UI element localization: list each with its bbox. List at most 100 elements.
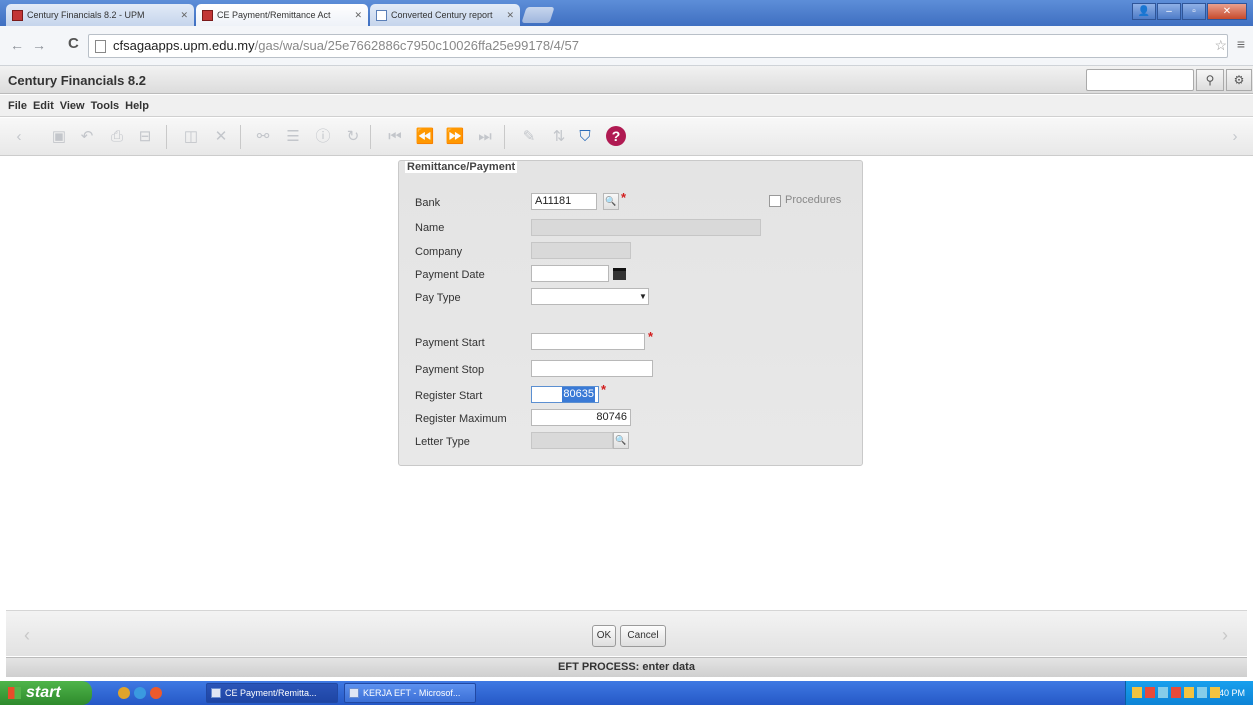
pay-type-label: Pay Type [415, 292, 461, 304]
filter-icon[interactable]: ⛉ [574, 127, 596, 147]
register-start-label: Register Start [415, 390, 483, 402]
next-record-icon[interactable]: ⏩ [444, 127, 466, 147]
start-label: start [26, 684, 61, 701]
menu-help[interactable]: Help [125, 100, 149, 112]
tab-label: Century Financials 8.2 - UPM [27, 10, 145, 20]
print-icon[interactable]: ⎙ [106, 127, 128, 147]
quicklaunch-icon[interactable] [118, 687, 130, 699]
edit-icon[interactable]: ✎ [518, 127, 540, 147]
register-start-field[interactable]: 80635 [531, 386, 599, 403]
bottom-action-bar: ‹ OK Cancel › [6, 610, 1247, 656]
close-tab-icon[interactable]: ✕ [502, 10, 514, 21]
bank-label: Bank [415, 197, 441, 209]
info-icon[interactable]: ⓘ [312, 127, 334, 147]
payment-date-field[interactable] [531, 265, 609, 282]
menu-tools[interactable]: Tools [91, 100, 120, 112]
ok-button[interactable]: OK [592, 625, 616, 647]
new-tab-button[interactable] [521, 7, 555, 23]
delete-icon[interactable]: ✕ [210, 127, 232, 147]
reload-icon[interactable]: C [68, 35, 79, 52]
browser-tab-century[interactable]: Century Financials 8.2 - UPM ✕ [6, 4, 194, 26]
panel-legend: Remittance/Payment [405, 161, 518, 173]
new-record-icon[interactable]: ◫ [180, 127, 202, 147]
sort-icon[interactable]: ⇅ [548, 127, 570, 147]
browser-tab-report[interactable]: Converted Century report ✕ [370, 4, 520, 26]
register-maximum-label: Register Maximum [415, 413, 507, 425]
browser-tab-payment[interactable]: CE Payment/Remittance Act ✕ [196, 4, 368, 26]
system-tray: 2:40 PM [1125, 681, 1253, 705]
undo-icon[interactable]: ↶ [76, 127, 98, 147]
menu-view[interactable]: View [60, 100, 85, 112]
first-record-icon[interactable]: ⏮ [384, 127, 406, 147]
maximize-button[interactable]: ▫ [1182, 3, 1206, 20]
required-marker: * [601, 382, 607, 397]
last-record-icon[interactable]: ⏭ [474, 127, 496, 147]
payment-stop-label: Payment Stop [415, 364, 485, 376]
toolbar-separator [504, 125, 505, 149]
tab-label: CE Payment/Remittance Act [217, 10, 331, 20]
menu-file[interactable]: File [8, 100, 27, 112]
previous-record-icon[interactable]: ⏪ [414, 127, 436, 147]
list-icon[interactable]: ☰ [282, 127, 304, 147]
print-preview-icon[interactable]: ⊟ [134, 127, 156, 147]
minimize-button[interactable]: – [1157, 3, 1181, 20]
url-path: /gas/wa/sua/25e7662886c7950c10026ffa25e9… [254, 38, 579, 53]
start-button[interactable]: start [0, 681, 92, 705]
url-input[interactable]: cfsagaapps.upm.edu.my/gas/wa/sua/25e7662… [88, 34, 1228, 58]
scroll-right-icon[interactable]: › [1224, 127, 1246, 147]
next-page-icon[interactable]: › [1222, 625, 1228, 646]
register-maximum-field[interactable]: 80746 [531, 409, 631, 426]
bookmark-star-icon[interactable]: ☆ [1214, 37, 1227, 54]
app-title: Century Financials 8.2 [8, 73, 146, 88]
refresh-icon[interactable]: ↻ [342, 127, 364, 147]
toolbar-separator [240, 125, 241, 149]
procedures-label: Procedures [785, 194, 842, 206]
scroll-left-icon[interactable]: ‹ [8, 127, 30, 147]
tab-label: Converted Century report [391, 10, 493, 20]
bank-field[interactable]: A11181 [531, 193, 597, 210]
close-tab-icon[interactable]: ✕ [350, 10, 362, 21]
ie-icon[interactable] [134, 687, 146, 699]
help-icon[interactable]: ? [606, 126, 626, 146]
browser-menu-icon[interactable]: ≡ [1237, 36, 1245, 52]
chrome-icon[interactable] [150, 687, 162, 699]
bank-lookup-icon[interactable]: 🔍 [603, 193, 619, 210]
close-tab-icon[interactable]: ✕ [176, 10, 188, 21]
pay-type-select[interactable] [531, 288, 649, 305]
menu-edit[interactable]: Edit [33, 100, 54, 112]
procedures-checkbox[interactable] [769, 195, 781, 207]
cancel-button[interactable]: Cancel [620, 625, 666, 647]
menu-bar: File Edit View Tools Help [0, 95, 1253, 117]
search-icon[interactable]: ⚲ [1196, 69, 1224, 91]
settings-icon[interactable]: ⚙ [1226, 69, 1252, 91]
window-controls: 👤 – ▫ ✕ [1132, 3, 1247, 20]
name-label: Name [415, 222, 445, 234]
register-start-value: 80635 [562, 387, 595, 402]
save-icon[interactable]: ▣ [48, 127, 70, 147]
toolbar-separator [166, 125, 167, 149]
calendar-icon[interactable] [613, 268, 626, 280]
payment-stop-field[interactable] [531, 360, 653, 377]
app-search-input[interactable] [1086, 69, 1194, 91]
tray-icons [1132, 687, 1220, 698]
taskbar-item-word[interactable]: KERJA EFT - Microsof... [344, 683, 476, 703]
remittance-payment-panel: Bank A11181 🔍 * Procedures Name Company … [398, 160, 863, 466]
company-label: Company [415, 246, 463, 258]
windows-logo-icon [8, 687, 21, 699]
task-label: KERJA EFT - Microsof... [363, 688, 461, 698]
forward-icon[interactable]: → [32, 37, 46, 53]
word-icon [349, 688, 359, 698]
payment-start-field[interactable] [531, 333, 645, 350]
required-marker: * [648, 329, 654, 344]
url-host: cfsagaapps.upm.edu.my [113, 38, 255, 53]
document-favicon-icon [376, 9, 387, 21]
status-bar: EFT PROCESS: enter data [6, 657, 1247, 677]
previous-page-icon[interactable]: ‹ [24, 625, 30, 646]
back-icon[interactable]: ← [10, 37, 24, 53]
close-window-button[interactable]: ✕ [1207, 3, 1247, 20]
taskbar-item-payment[interactable]: CE Payment/Remitta... [206, 683, 338, 703]
find-icon[interactable]: ⚯ [252, 127, 274, 147]
letter-type-lookup-icon[interactable]: 🔍 [613, 432, 629, 449]
user-icon[interactable]: 👤 [1132, 3, 1156, 20]
letter-type-field [531, 432, 613, 449]
